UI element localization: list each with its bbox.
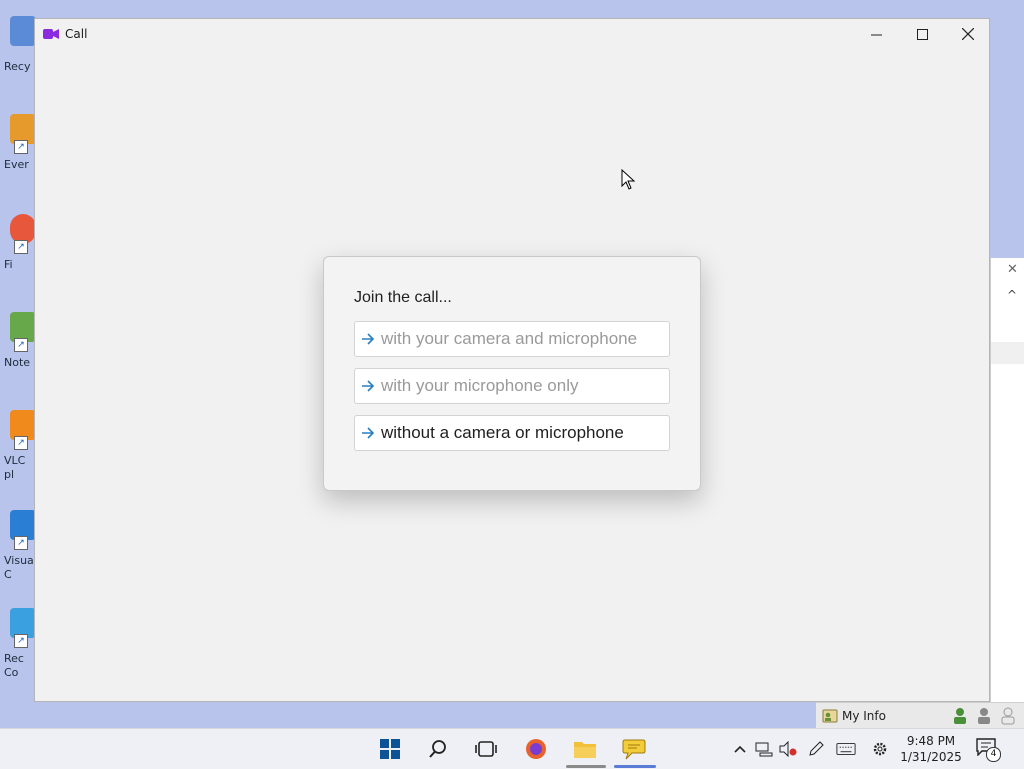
touch-keyboard-button[interactable] <box>836 739 856 759</box>
background-app-status-bar: My Info <box>816 702 1024 729</box>
folder-icon <box>574 742 596 758</box>
close-button[interactable] <box>945 19 991 49</box>
dialog-title: Join the call... <box>354 289 452 306</box>
desktop-icon-firefox[interactable]: ↗ Fi <box>0 210 36 290</box>
chevron-up-icon[interactable]: ^ <box>1007 288 1017 302</box>
my-info-button[interactable]: My Info <box>822 707 886 725</box>
keyboard-icon <box>836 743 856 755</box>
clock[interactable]: 9:48 PM 1/31/2025 <box>898 733 964 765</box>
option-label: with your microphone only <box>381 376 579 395</box>
search-icon <box>429 740 446 758</box>
join-with-microphone-only-button[interactable]: with your microphone only <box>354 368 670 404</box>
close-icon[interactable]: ✕ <box>1007 262 1018 277</box>
volume-button[interactable] <box>778 739 798 759</box>
my-info-label: My Info <box>842 709 886 723</box>
taskbar: 9:48 PM 1/31/2025 4 <box>0 728 1024 769</box>
background-app-window: ✕ ^ <box>990 258 1024 718</box>
shortcut-arrow-icon: ↗ <box>14 436 28 450</box>
shortcut-arrow-icon: ↗ <box>14 338 28 352</box>
desktop-icon-visual-studio-code[interactable]: ↗ Visua C <box>0 506 36 586</box>
chevron-up-icon <box>734 745 746 753</box>
arrow-right-icon <box>355 321 381 357</box>
call-window: Call Join the call... with your camera a… <box>34 18 990 702</box>
join-with-camera-and-microphone-button[interactable]: with your camera and microphone <box>354 321 670 357</box>
arrow-right-icon <box>355 368 381 404</box>
buddy-online-icon[interactable] <box>952 707 968 725</box>
shortcut-arrow-icon: ↗ <box>14 536 28 550</box>
maximize-icon <box>916 28 928 40</box>
file-explorer-taskbar-button[interactable] <box>573 737 597 761</box>
minimize-icon <box>870 34 882 35</box>
search-button[interactable] <box>426 737 450 761</box>
option-label: with your camera and microphone <box>381 329 638 348</box>
window-title: Call <box>65 27 88 41</box>
desktop-icon-vlc[interactable]: ↗ VLC pl <box>0 406 36 486</box>
clock-date: 1/31/2025 <box>900 750 962 764</box>
shortcut-arrow-icon: ↗ <box>14 634 28 648</box>
minimize-button[interactable] <box>853 19 899 49</box>
pen-icon <box>809 741 824 756</box>
recycle-bin-icon <box>10 16 36 46</box>
option-label: without a camera or microphone <box>381 423 624 442</box>
join-call-dialog: Join the call... with your camera and mi… <box>323 256 701 491</box>
desktop-icon-evernote[interactable]: ↗ Ever <box>0 110 36 190</box>
title-bar[interactable]: Call <box>35 19 989 49</box>
maximize-button[interactable] <box>899 19 945 49</box>
arrow-right-icon <box>355 415 381 451</box>
mouse-cursor-icon <box>621 169 636 190</box>
desktop-icon-notepad[interactable]: ↗ Note <box>0 308 36 388</box>
notification-count-badge: 4 <box>986 747 1001 762</box>
desktop-icon-recording[interactable]: ↗ Rec Co <box>0 604 36 684</box>
windows-logo-icon <box>380 739 400 759</box>
contact-card-icon <box>822 709 838 723</box>
buddy-away-icon[interactable] <box>976 707 992 725</box>
chat-bubble-icon <box>622 739 646 760</box>
video-camera-icon <box>43 29 59 39</box>
join-without-camera-or-microphone-button[interactable]: without a camera or microphone <box>354 415 670 451</box>
list-item[interactable] <box>991 342 1024 364</box>
clock-time: 9:48 PM <box>906 734 956 748</box>
shortcut-arrow-icon: ↗ <box>14 240 28 254</box>
task-view-icon <box>475 741 497 757</box>
task-view-button[interactable] <box>474 737 498 761</box>
desktop-icon-recycle-bin[interactable]: Recy <box>0 12 36 92</box>
network-icon <box>755 742 773 757</box>
pen-button[interactable] <box>806 739 826 759</box>
network-button[interactable] <box>754 739 774 759</box>
show-hidden-icons-button[interactable] <box>730 739 750 759</box>
shortcut-arrow-icon: ↗ <box>14 140 28 154</box>
firefox-taskbar-button[interactable] <box>524 737 548 761</box>
volume-muted-icon <box>779 741 797 757</box>
notification-center-button[interactable]: 4 <box>976 738 1001 762</box>
chat-app-taskbar-button[interactable] <box>622 737 646 761</box>
settings-button[interactable] <box>870 739 890 759</box>
close-icon <box>962 28 974 40</box>
start-button[interactable] <box>378 737 402 761</box>
firefox-icon <box>526 739 546 759</box>
buddy-offline-icon[interactable] <box>1000 707 1016 725</box>
gear-icon <box>873 742 887 756</box>
